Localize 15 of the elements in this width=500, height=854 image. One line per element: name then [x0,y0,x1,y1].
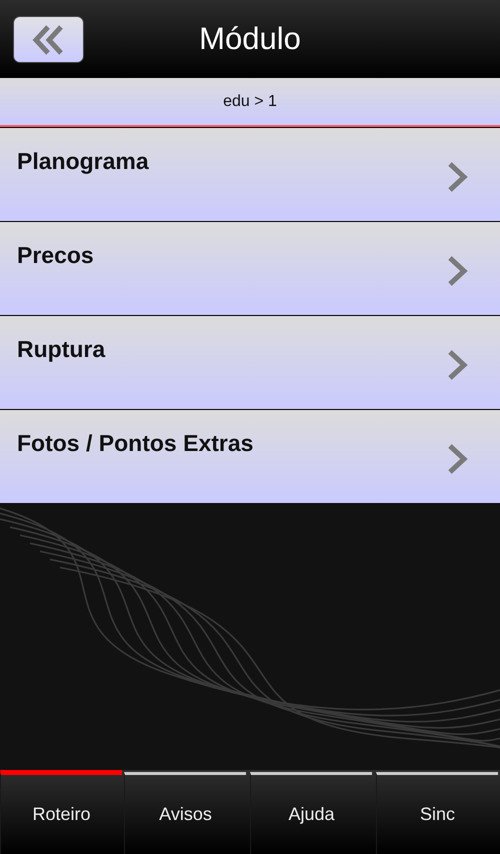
chevron-right-icon [446,254,470,288]
breadcrumb-text: edu > 1 [223,92,277,110]
menu-item[interactable]: Precos [0,222,500,315]
menu-item[interactable]: Fotos / Pontos Extras [0,410,500,503]
tab[interactable]: Roteiro [0,770,122,854]
chevron-right-icon [446,160,470,194]
tab[interactable]: Sinc [376,772,498,854]
screen-title: Módulo [199,21,301,57]
chevron-right-icon [446,348,470,382]
tab[interactable]: Avisos [124,772,246,854]
tab[interactable]: Ajuda [250,772,372,854]
menu-item[interactable]: Planograma [0,128,500,221]
chevron-right-icon [446,442,470,476]
menu-item[interactable]: Ruptura [0,316,500,409]
back-button[interactable] [13,16,84,63]
